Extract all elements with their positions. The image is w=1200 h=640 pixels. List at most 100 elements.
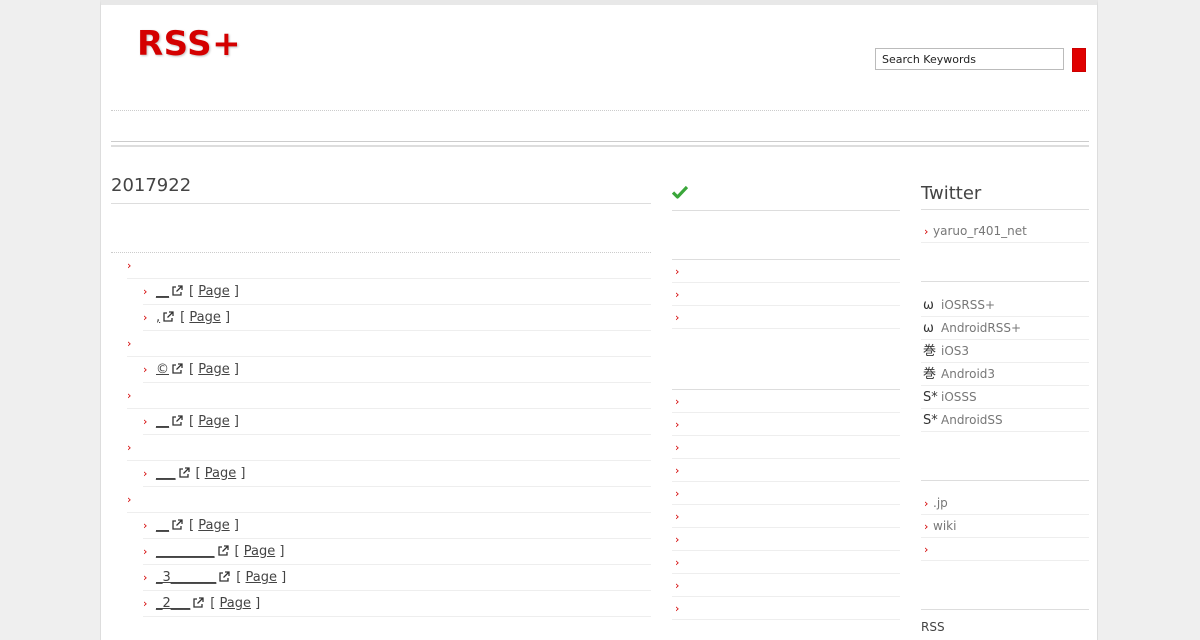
middle-list-item[interactable]: › [672,482,900,505]
page-link[interactable]: Page [198,518,229,533]
external-link-icon [172,285,183,296]
page-bracket-close: ] [220,310,231,325]
category-row[interactable]: › [127,253,651,279]
article-link[interactable]: ___ [156,466,176,481]
article-link[interactable]: __ [156,414,169,429]
article-link[interactable]: , [156,310,160,325]
search-input[interactable] [875,48,1064,70]
app-label: iOS3 [941,344,970,358]
sidebar-spacer [921,243,1089,282]
page-bracket-close: ] [229,414,239,429]
category-row[interactable]: › [127,487,651,513]
page-link[interactable]: Page [246,570,277,585]
twitter-account-label: yaruo_r401_net [933,224,1027,238]
chevron-right-icon: › [143,519,148,532]
page-bracket-close: ] [250,596,261,611]
external-link-icon [193,597,204,608]
article-row: › _3_______ [ Page ] [143,565,651,591]
article-row: › __ [ Page ] [143,279,651,305]
chevron-right-icon: › [675,510,680,523]
external-link-icon [172,519,183,530]
page-link[interactable]: Page [205,466,236,481]
category-row[interactable]: › [127,435,651,461]
chevron-right-icon: › [127,337,132,350]
app-link[interactable]: 巻 iOS3 [921,340,1089,363]
middle-list-item[interactable]: › [672,505,900,528]
middle-spacer-2 [672,329,900,390]
article-link[interactable]: _________ [156,544,215,559]
app-list: ω iOSRSS+ ω AndroidRSS+ 巻 iOS3 巻 Android3 S* iOSS… [921,294,1089,432]
sidebar-spacer-3 [921,561,1089,610]
page-link[interactable]: Page [220,596,251,611]
middle-list-item[interactable]: › [672,528,900,551]
app-link[interactable]: S* iOSSS [921,386,1089,409]
middle-list-item[interactable]: › [672,597,900,620]
middle-list-item[interactable]: › [672,436,900,459]
article-link[interactable]: __ [156,518,169,533]
article-link[interactable]: _2___ [156,596,190,611]
middle-list-item[interactable]: › [672,459,900,482]
middle-list-item[interactable]: › [672,390,900,413]
article-link[interactable]: __ [156,284,169,299]
page-bracket-close: ] [229,284,239,299]
middle-list-item[interactable]: › [672,260,900,283]
sidebar-links: › .jp › wiki › [921,492,1089,561]
middle-list-b: › › › › › › › › › › [672,390,900,620]
app-link[interactable]: S* AndroidSS [921,409,1089,432]
middle-list-item[interactable]: › [672,413,900,436]
middle-column: › › › › › › › › › › › › › [672,175,900,620]
chevron-right-icon: › [675,533,680,546]
chevron-right-icon: › [675,441,680,454]
middle-list-item[interactable]: › [672,551,900,574]
chevron-right-icon: › [675,395,680,408]
page-bracket-close: ] [276,570,287,585]
page-link[interactable]: Page [244,544,275,559]
app-label: iOSSS [941,390,977,404]
article-link[interactable]: © [156,362,169,377]
sidebar-link-label: wiki [933,519,957,533]
page-link[interactable]: Page [198,414,229,429]
page-link[interactable]: Page [198,284,229,299]
app-link[interactable]: ω iOSRSS+ [921,294,1089,317]
app-label: Android3 [941,367,996,381]
article-row: › __ [ Page ] [143,409,651,435]
page-bracket-open: [ [195,466,205,481]
chevron-right-icon: › [143,415,148,428]
chevron-right-icon: › [675,265,680,278]
middle-spacer [672,211,900,260]
site-logo[interactable]: RSS+ [137,24,241,64]
twitter-account-link[interactable]: › yaruo_r401_net [921,220,1089,243]
category-row[interactable]: › [127,331,651,357]
chevron-right-icon: › [675,556,680,569]
middle-list-item[interactable]: › [672,283,900,306]
header-divider [111,110,1089,111]
page-link[interactable]: Page [198,362,229,377]
middle-list-item[interactable]: › [672,306,900,329]
app-glyph-icon: ω [923,321,934,336]
external-link-icon [172,363,183,374]
rss-heading: RSS [921,620,945,634]
article-link[interactable]: _3_______ [156,570,216,585]
page-link[interactable]: Page [189,310,220,325]
chevron-right-icon: › [143,571,148,584]
chevron-right-icon: › [675,288,680,301]
sidebar-link[interactable]: › wiki [921,515,1089,538]
sidebar-link[interactable]: › .jp [921,492,1089,515]
category-row[interactable]: › [127,383,651,409]
app-glyph-icon: 巻 [923,344,937,359]
chevron-right-icon: › [675,464,680,477]
middle-header [672,175,900,211]
middle-list-item[interactable]: › [672,574,900,597]
article-list: › › __ [ Page ] ›, [ Page ] › › © [ Page ] › › __ [ P… [111,253,651,617]
page-bracket-close: ] [236,466,246,481]
twitter-heading: Twitter [921,175,1089,210]
chevron-right-icon: › [675,602,680,615]
page-bracket-close: ] [275,544,285,559]
chevron-right-icon: › [924,225,929,238]
search-button[interactable] [1072,48,1086,72]
app-link[interactable]: ω AndroidRSS+ [921,317,1089,340]
page-title: 2017922 [111,165,651,204]
app-link[interactable]: 巻 Android3 [921,363,1089,386]
page-bracket-open: [ [180,310,190,325]
sidebar-link[interactable]: › [921,538,1089,561]
